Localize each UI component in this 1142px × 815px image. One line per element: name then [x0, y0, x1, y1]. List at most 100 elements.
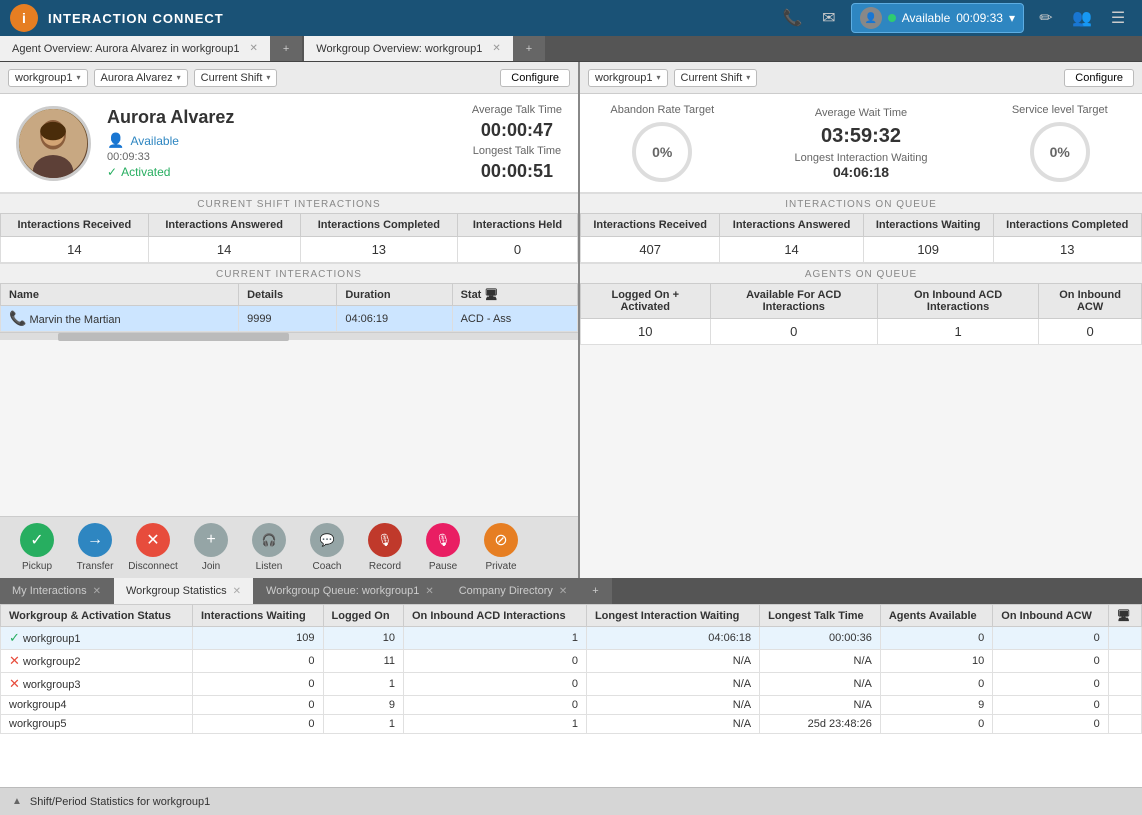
tab-cd-close[interactable]: ✕ — [559, 586, 567, 597]
tab-add-right[interactable]: + — [514, 36, 545, 61]
app-logo: i — [10, 4, 38, 32]
tab-workgroup-queue[interactable]: Workgroup Queue: workgroup1 ✕ — [254, 578, 447, 604]
footer-chevron-icon: ▲ — [12, 796, 22, 807]
panel-tab-strip: Agent Overview: Aurora Alvarez in workgr… — [0, 36, 1142, 62]
right-configure-button[interactable]: Configure — [1064, 69, 1134, 87]
wg-acw: 0 — [993, 715, 1108, 734]
tab-workgroup-label: Workgroup Overview: workgroup1 — [316, 43, 482, 55]
wg-acw: 0 — [993, 627, 1108, 650]
wg-table-row[interactable]: ✓ workgroup1 109 10 1 04:06:18 00:00:36 … — [1, 627, 1142, 650]
tab-agent-close[interactable]: ✕ — [249, 43, 257, 54]
wg-available: 0 — [880, 627, 992, 650]
app-title: INTERACTION CONNECT — [48, 11, 779, 26]
tab-add-bottom[interactable]: + — [580, 578, 611, 604]
tab-workgroup-overview[interactable]: Workgroup Overview: workgroup1 ✕ — [304, 36, 513, 61]
scroll-thumb — [58, 333, 289, 341]
agent-status-row: 👤 Available — [107, 132, 456, 149]
period-dropdown[interactable]: Current Shift ▾ — [194, 69, 278, 87]
coach-button[interactable]: 💬 Coach — [300, 523, 354, 572]
avg-talk-stats: Average Talk Time 00:00:47 Longest Talk … — [472, 104, 562, 182]
record-button[interactable]: 🎙 Record — [358, 523, 412, 572]
q-val-waiting: 109 — [863, 237, 993, 263]
abandon-gauge: 0% — [596, 122, 729, 182]
wg-logged: 1 — [323, 673, 403, 696]
tab-wq-close[interactable]: ✕ — [425, 586, 433, 597]
wg-table-row[interactable]: workgroup4 0 9 0 N/A N/A 9 0 — [1, 696, 1142, 715]
wg-acw: 0 — [993, 696, 1108, 715]
status-x-icon: ✕ — [9, 653, 20, 668]
tab-my-interactions[interactable]: My Interactions ✕ — [0, 578, 114, 604]
private-button[interactable]: ⊘ Private — [474, 523, 528, 572]
interactions-table: Name Details Duration Stat 🖥 📞 Marvin th… — [0, 283, 578, 332]
email-icon[interactable]: ✉ — [815, 4, 843, 32]
wg-name: workgroup4 — [1, 696, 193, 715]
right-toolbar: workgroup1 ▾ Current Shift ▾ Configure — [580, 62, 1142, 94]
wg-acd: 1 — [403, 715, 586, 734]
workgroup-stats-table: Workgroup & Activation Status Interactio… — [0, 604, 1142, 734]
wg-longest-talk: 25d 23:48:26 — [760, 715, 881, 734]
users-icon[interactable]: 👥 — [1068, 4, 1096, 32]
wg-longest-waiting: N/A — [586, 673, 759, 696]
wg-table-row[interactable]: ✕ workgroup2 0 11 0 N/A N/A 10 0 — [1, 650, 1142, 673]
q-col-received: Interactions Received — [581, 214, 720, 237]
scroll-indicator — [0, 332, 578, 340]
agents-section-label: AGENTS ON QUEUE — [580, 263, 1142, 283]
status-x-icon: ✕ — [9, 676, 20, 691]
tab-wg-close[interactable]: ✕ — [233, 586, 241, 597]
status-chevron: ▾ — [1009, 11, 1015, 25]
right-period-dropdown[interactable]: Current Shift ▾ — [674, 69, 758, 87]
chevron-down-icon-4: ▾ — [656, 73, 660, 82]
footer-bar[interactable]: ▲ Shift/Period Statistics for workgroup1 — [0, 787, 1142, 815]
listen-button[interactable]: 🎧 Listen — [242, 523, 296, 572]
agent-dropdown[interactable]: Aurora Alvarez ▾ — [94, 69, 188, 87]
pause-button[interactable]: 🎙 Pause — [416, 523, 470, 572]
pickup-button[interactable]: ✓ Pickup — [10, 523, 64, 572]
listen-icon: 🎧 — [252, 523, 286, 557]
tab-company-directory[interactable]: Company Directory ✕ — [447, 578, 581, 604]
interaction-row[interactable]: 📞 Marvin the Martian 9999 04:06:19 ACD -… — [1, 306, 578, 332]
wg-acw: 0 — [993, 650, 1108, 673]
configure-button[interactable]: Configure — [500, 69, 570, 87]
edit-icon[interactable]: ✏ — [1032, 4, 1060, 32]
phone-icon[interactable]: 📞 — [779, 4, 807, 32]
val-completed: 13 — [300, 237, 457, 263]
transfer-button[interactable]: → Transfer — [68, 523, 122, 572]
status-timer: 00:09:33 — [956, 11, 1003, 25]
tab-workgroup-statistics[interactable]: Workgroup Statistics ✕ — [114, 578, 254, 604]
wg-table-row[interactable]: workgroup5 0 1 1 N/A 25d 23:48:26 0 0 — [1, 715, 1142, 734]
tab-agent-overview[interactable]: Agent Overview: Aurora Alvarez in workgr… — [0, 36, 271, 61]
workgroup-metrics: Abandon Rate Target 0% Average Wait Time… — [580, 94, 1142, 193]
bottom-section: My Interactions ✕ Workgroup Statistics ✕… — [0, 578, 1142, 815]
tab-add-panel[interactable]: + — [271, 36, 302, 61]
status-label: Available — [902, 11, 950, 25]
right-workgroup-dropdown[interactable]: workgroup1 ▾ — [588, 69, 668, 87]
pause-icon: 🎙 — [426, 523, 460, 557]
wg-extra — [1108, 673, 1141, 696]
disconnect-button[interactable]: ✕ Disconnect — [126, 523, 180, 572]
q-val-answered: 14 — [720, 237, 863, 263]
wg-longest-talk: N/A — [760, 696, 881, 715]
tab-workgroup-close[interactable]: ✕ — [492, 43, 500, 54]
queue-stats-table: Interactions Received Interactions Answe… — [580, 213, 1142, 263]
tab-my-close[interactable]: ✕ — [93, 586, 101, 597]
abandon-rate-block: Abandon Rate Target 0% — [596, 104, 729, 182]
menu-icon[interactable]: ☰ — [1104, 4, 1132, 32]
wg-col-acw: On Inbound ACW — [993, 605, 1108, 627]
wg-longest-waiting: 04:06:18 — [586, 627, 759, 650]
status-button[interactable]: 👤 Available 00:09:33 ▾ — [851, 3, 1024, 33]
shift-section-label: CURRENT SHIFT INTERACTIONS — [0, 193, 578, 213]
wg-col-longest-talk: Longest Talk Time — [760, 605, 881, 627]
available-icon: 👤 — [107, 132, 124, 149]
a-val-loggedon: 10 — [581, 319, 711, 345]
wg-table-row[interactable]: ✕ workgroup3 0 1 0 N/A N/A 0 0 — [1, 673, 1142, 696]
wg-waiting: 0 — [192, 650, 323, 673]
action-bar: ✓ Pickup → Transfer ✕ Disconnect + Join … — [0, 516, 578, 578]
disconnect-icon: ✕ — [136, 523, 170, 557]
agents-row: 10 0 1 0 — [581, 319, 1142, 345]
wg-acd: 0 — [403, 650, 586, 673]
workgroup-dropdown[interactable]: workgroup1 ▾ — [8, 69, 88, 87]
join-button[interactable]: + Join — [184, 523, 238, 572]
agent-status-label: Available — [130, 134, 178, 148]
record-icon: 🎙 — [368, 523, 402, 557]
bottom-content: Workgroup & Activation Status Interactio… — [0, 604, 1142, 787]
